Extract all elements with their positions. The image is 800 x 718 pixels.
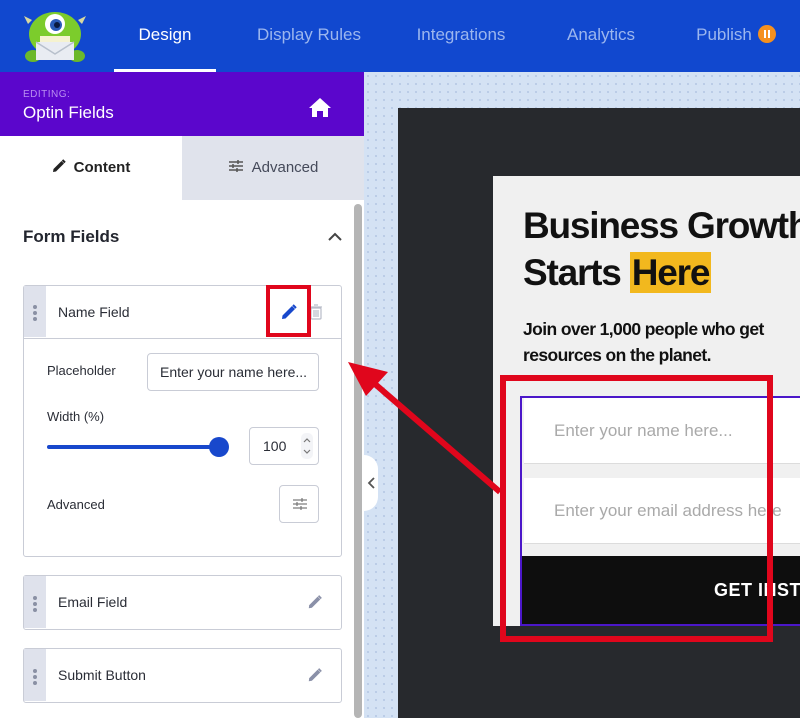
- optinmonster-logo-icon[interactable]: [20, 6, 90, 66]
- preview-headline[interactable]: Business Growth Starts Here: [523, 202, 800, 296]
- field-name-label: Submit Button: [58, 667, 146, 683]
- drag-handle-icon[interactable]: [24, 286, 46, 337]
- editing-header: EDITING: Optin Fields: [0, 72, 364, 136]
- headline-line-2: Starts Here: [523, 249, 800, 296]
- drag-handle-icon[interactable]: [24, 576, 46, 628]
- field-header[interactable]: Submit Button: [24, 649, 341, 702]
- drag-handle-icon[interactable]: [24, 649, 46, 701]
- sliders-icon: [293, 498, 307, 510]
- placeholder-input[interactable]: Enter your name here...: [147, 353, 319, 391]
- nav-tab-label: Publish: [696, 25, 752, 44]
- nav-tab-analytics[interactable]: Analytics: [556, 0, 646, 72]
- nav-tab-display-rules[interactable]: Display Rules: [240, 0, 378, 72]
- pause-icon: [757, 24, 776, 43]
- nav-tab-publish[interactable]: Publish: [686, 0, 786, 72]
- tab-advanced-label: Advanced: [251, 159, 319, 176]
- annotation-red-rectangle: [500, 375, 773, 642]
- width-number-value: 100: [263, 438, 287, 454]
- chevron-up-icon[interactable]: [327, 230, 343, 242]
- advanced-label: Advanced: [47, 497, 105, 512]
- advanced-settings-button[interactable]: [279, 485, 319, 523]
- nav-tab-label: Analytics: [566, 25, 636, 44]
- collapse-sidebar-button[interactable]: [364, 455, 378, 511]
- chevron-left-icon: [367, 477, 375, 489]
- tab-content-label: Content: [73, 159, 131, 176]
- subhead-line-2: resources on the planet.: [523, 345, 711, 365]
- nav-tab-integrations[interactable]: Integrations: [404, 0, 518, 72]
- headline-line-1: Business Growth: [523, 205, 800, 246]
- field-header[interactable]: Email Field: [24, 576, 341, 629]
- chevron-down-icon[interactable]: [303, 449, 311, 455]
- nav-tab-design[interactable]: Design: [114, 0, 216, 72]
- annotation-highlight-box: [266, 285, 311, 337]
- headline-text: Starts: [523, 252, 630, 293]
- nav-tab-label: Design: [138, 25, 192, 44]
- placeholder-input-value: Enter your name here...: [160, 364, 308, 380]
- field-card-email[interactable]: Email Field: [23, 575, 342, 630]
- subhead-line-1: Join over 1,000 people who get: [523, 319, 764, 339]
- field-name-label: Email Field: [58, 594, 128, 610]
- edit-pencil-icon[interactable]: [307, 667, 325, 685]
- field-settings: Placeholder Enter your name here... Widt…: [24, 338, 341, 548]
- chevron-up-icon[interactable]: [303, 437, 311, 443]
- width-number-input[interactable]: 100: [249, 427, 319, 465]
- editing-label: EDITING:: [23, 89, 71, 100]
- placeholder-label: Placeholder: [47, 363, 116, 378]
- field-name-label: Name Field: [58, 304, 130, 320]
- number-spinner[interactable]: [301, 433, 313, 459]
- preview-subheadline[interactable]: Join over 1,000 people who get resources…: [523, 316, 764, 368]
- home-icon[interactable]: [307, 96, 333, 118]
- pencil-icon: [52, 159, 66, 173]
- tab-advanced[interactable]: Advanced: [182, 136, 364, 200]
- nav-tab-label: Display Rules: [257, 25, 361, 44]
- edit-pencil-icon[interactable]: [307, 594, 325, 612]
- field-card-submit[interactable]: Submit Button: [23, 648, 342, 703]
- sliders-icon: [228, 160, 243, 173]
- tab-content[interactable]: Content: [0, 136, 182, 200]
- top-navigation: Design Display Rules Integrations Analyt…: [0, 0, 800, 72]
- scrollbar[interactable]: [354, 204, 362, 718]
- editing-title: Optin Fields: [23, 103, 114, 122]
- section-title: Form Fields: [23, 227, 120, 246]
- trash-icon[interactable]: [309, 304, 323, 320]
- nav-tab-label: Integrations: [416, 25, 506, 44]
- width-slider[interactable]: [47, 437, 229, 457]
- sidebar-panel: Form Fields Name Field Placeholder Enter…: [0, 200, 364, 718]
- sidebar-tabs: Content Advanced: [0, 136, 364, 200]
- slider-thumb[interactable]: [209, 437, 229, 457]
- headline-highlight: Here: [629, 252, 712, 293]
- width-label: Width (%): [47, 409, 105, 424]
